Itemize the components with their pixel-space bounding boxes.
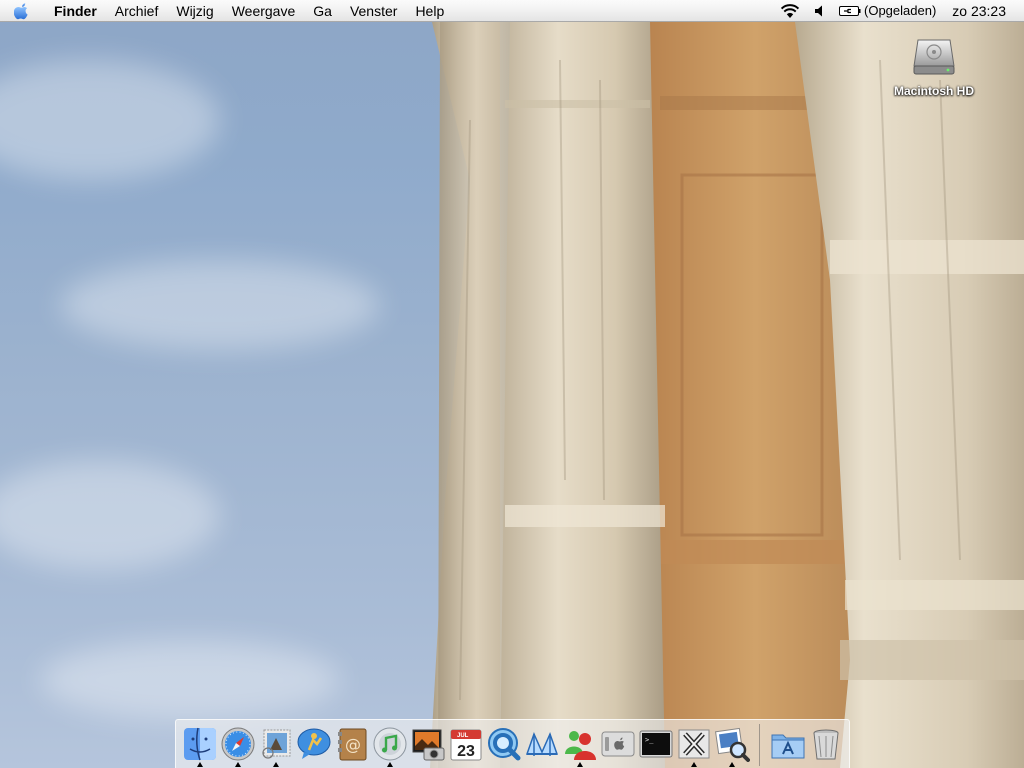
dock-x11[interactable] [676, 726, 712, 762]
dock-terminal[interactable]: >_ [638, 726, 674, 762]
terminal-icon: >_ [639, 730, 673, 758]
menu-help[interactable]: Help [406, 0, 453, 22]
dock-preview[interactable] [714, 726, 750, 762]
running-indicator [691, 762, 697, 767]
dock-ichat[interactable] [296, 726, 332, 762]
dock-address-book[interactable]: @ [334, 726, 370, 762]
dock-separator [759, 724, 760, 766]
system-preferences-icon [601, 731, 635, 757]
menu-extras: (Opgeladen) zo 23:23 [773, 0, 1024, 22]
safari-icon [221, 727, 255, 761]
dictionary-icon [525, 731, 559, 756]
apple-menu[interactable] [0, 0, 44, 22]
dock-quicktime[interactable] [486, 726, 522, 762]
battery-label: (Opgeladen) [864, 3, 937, 18]
hard-drive-icon [913, 39, 955, 75]
menu-archief[interactable]: Archief [106, 0, 168, 22]
volume-status[interactable] [807, 0, 833, 22]
ichat-icon [297, 728, 331, 759]
desktop-wallpaper [0, 0, 1024, 768]
menu-clock[interactable]: zo 23:23 [942, 3, 1024, 19]
menu-venster[interactable]: Venster [341, 0, 406, 22]
ical-icon: JUL 23 [450, 729, 482, 761]
address-book-icon: @ [338, 728, 367, 761]
menu-ga[interactable]: Ga [304, 0, 341, 22]
volume-icon [815, 5, 822, 16]
svg-text:>_: >_ [645, 736, 654, 744]
dock-finder[interactable] [182, 726, 218, 762]
desktop-icon-label: Macintosh HD [893, 84, 974, 98]
wifi-icon [780, 3, 800, 18]
iphoto-icon [412, 729, 445, 761]
dock-iphoto[interactable] [410, 726, 446, 762]
ical-date: 23 [457, 743, 475, 760]
running-indicator [387, 762, 393, 767]
apple-icon [14, 2, 28, 19]
colonnade-photo [430, 22, 1024, 768]
dock-dictionary[interactable] [524, 726, 560, 762]
quicktime-icon [488, 728, 521, 761]
messenger-icon [565, 731, 596, 760]
itunes-icon [373, 727, 407, 761]
x11-icon [678, 729, 710, 759]
svg-text:@: @ [345, 735, 361, 754]
battery-plug-icon [839, 5, 861, 16]
dock-trash[interactable] [808, 726, 844, 762]
desktop-icon-macintosh-hd[interactable]: Macintosh HD [888, 32, 980, 98]
mail-stamp-icon [262, 729, 291, 759]
battery-status[interactable]: (Opgeladen) [833, 3, 942, 18]
menu-finder[interactable]: Finder [44, 0, 106, 22]
dock-safari[interactable] [220, 726, 256, 762]
dock-ical[interactable]: JUL 23 [448, 726, 484, 762]
menu-weergave[interactable]: Weergave [223, 0, 305, 22]
dock-messenger[interactable] [562, 726, 598, 762]
running-indicator [729, 762, 735, 767]
ical-month: JUL [457, 733, 469, 739]
applications-folder-icon [771, 734, 805, 759]
running-indicator [235, 762, 241, 767]
dock-mail[interactable] [258, 726, 294, 762]
menu-wijzig[interactable]: Wijzig [167, 0, 222, 22]
running-indicator [197, 762, 203, 767]
preview-icon [715, 727, 750, 762]
trash-icon [813, 729, 839, 760]
wifi-status[interactable] [773, 0, 807, 22]
running-indicator [577, 762, 583, 767]
dock-applications-folder[interactable] [770, 726, 806, 762]
dock-system-preferences[interactable] [600, 726, 636, 762]
running-indicator [273, 762, 279, 767]
menu-bar: Finder Archief Wijzig Weergave Ga Venste… [0, 0, 1024, 22]
dock-itunes[interactable] [372, 726, 408, 762]
finder-icon [184, 727, 216, 761]
dock: @ JUL 23 >_ [175, 719, 850, 768]
